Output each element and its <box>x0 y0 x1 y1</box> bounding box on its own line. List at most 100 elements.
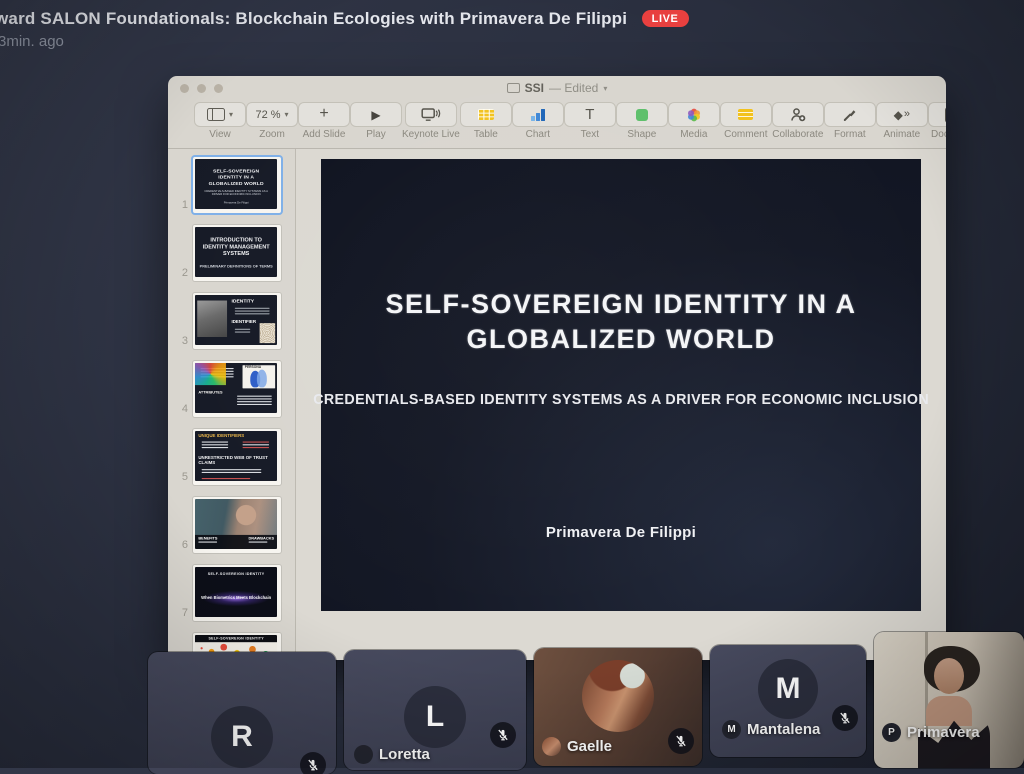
collaborate-icon <box>789 107 806 122</box>
fingerprint-image <box>260 323 275 343</box>
chevron-down-icon: ▾ <box>229 110 233 119</box>
zoom-button[interactable]: 72 %▾ Zoom <box>246 102 298 140</box>
zoom-button-face: 72 % ▾ <box>246 102 298 127</box>
zoom-window-button[interactable] <box>214 84 223 93</box>
participant-tile-primavera[interactable]: P Primavera <box>874 632 1024 768</box>
media-button-face <box>668 102 720 127</box>
thumb6-art: BENEFITS DRAWBACKS <box>195 499 277 549</box>
chevron-down-icon[interactable]: ▾ <box>603 84 607 93</box>
table-button[interactable]: Table <box>460 102 512 140</box>
text-icon: T <box>585 107 594 122</box>
participant-name-text: Loretta <box>379 746 430 763</box>
mini-avatar: P <box>882 723 901 742</box>
comment-icon <box>738 109 753 120</box>
thumb5-heading2: UNRESTRICTED WEB OF TRUST CLAIMS <box>198 455 274 465</box>
thumb1-author: Primavera De Filippi <box>195 201 277 204</box>
table-icon <box>478 109 494 120</box>
slide-subtitle-textbox[interactable]: CREDENTIALS-BASED IDENTITY SYSTEMS AS A … <box>313 391 929 408</box>
slide-thumbnail-5[interactable]: UNIQUE IDENTIFIERS UNRESTRICTED WEB OF T… <box>193 429 281 485</box>
thumb2-title: INTRODUCTION TO IDENTITY MANAGEMENT SYST… <box>202 237 271 258</box>
stream-title: ward SALON Foundationals: Blockchain Eco… <box>0 9 627 29</box>
navigator-row: 2 INTRODUCTION TO IDENTITY MANAGEMENT SY… <box>174 225 295 281</box>
view-icon <box>207 108 225 121</box>
text-button[interactable]: T Text <box>564 102 616 140</box>
shape-label: Shape <box>627 129 656 140</box>
navigator-row: 6 BENEFITS DRAWBACKS <box>174 497 295 553</box>
mini-avatar <box>542 737 561 756</box>
keynote-live-button-face <box>405 102 457 127</box>
slide-thumbnail-4[interactable]: PERSONA ATTRIBUTES <box>193 361 281 417</box>
slide-number: 2 <box>174 267 188 281</box>
keynote-live-label: Keynote Live <box>402 129 460 140</box>
slide-thumbnail-3[interactable]: IDENTITY IDENTIFIER <box>193 293 281 349</box>
slide-thumbnail-1[interactable]: SELF-SOVEREIGN IDENTITY IN A GLOBALIZED … <box>193 157 281 213</box>
window-body: 1 SELF-SOVEREIGN IDENTITY IN A GLOBALIZE… <box>168 149 946 660</box>
close-button[interactable] <box>180 84 189 93</box>
shape-button[interactable]: Shape <box>616 102 668 140</box>
thumb3-heading1: IDENTITY <box>231 298 254 304</box>
thumb7-subtitle: When Biometrics Meets Blockchain <box>195 595 277 600</box>
participant-tile-loretta[interactable]: L Loretta <box>344 650 526 770</box>
thumb5-art: UNIQUE IDENTIFIERS UNRESTRICTED WEB OF T… <box>195 431 277 481</box>
mini-avatar-initial: M <box>727 724 735 735</box>
navigator-row: 3 IDENTITY IDENTIFIER <box>174 293 295 349</box>
thumb1-art: SELF-SOVEREIGN IDENTITY IN A GLOBALIZED … <box>195 168 277 209</box>
avatar-photo <box>582 660 654 732</box>
minimize-button[interactable] <box>197 84 206 93</box>
media-button[interactable]: Media <box>668 102 720 140</box>
participant-name-text: Gaelle <box>567 738 612 755</box>
slide-thumbnail-6[interactable]: BENEFITS DRAWBACKS <box>193 497 281 553</box>
thumb3-heading2: IDENTIFIER <box>231 319 256 324</box>
slide-thumbnail-2[interactable]: INTRODUCTION TO IDENTITY MANAGEMENT SYST… <box>193 225 281 281</box>
keynote-live-button[interactable]: Keynote Live <box>402 102 460 140</box>
chart-button[interactable]: Chart <box>512 102 564 140</box>
current-slide[interactable]: SELF-SOVEREIGN IDENTITY IN A GLOBALIZED … <box>321 159 921 611</box>
thumb3-art: IDENTITY IDENTIFIER <box>195 295 277 345</box>
mic-muted-icon <box>300 752 326 774</box>
screen-share-icon <box>507 83 520 93</box>
participant-tile-gaelle[interactable]: Gaelle <box>534 648 702 766</box>
window-title: SSI — Edited ▾ <box>507 81 608 95</box>
comment-button[interactable]: Comment <box>720 102 772 140</box>
animate-button[interactable]: ◆» Animate <box>876 102 928 140</box>
table-label: Table <box>474 129 498 140</box>
play-button[interactable]: ▶ Play <box>350 102 402 140</box>
thumb2-subtitle: PRELIMINARY DEFINITIONS OF TERMS <box>195 264 277 268</box>
edited-indicator: — Edited <box>549 81 598 95</box>
stream-header: ward SALON Foundationals: Blockchain Eco… <box>0 9 689 29</box>
participant-name: Gaelle <box>542 737 612 756</box>
window-titlebar: SSI — Edited ▾ <box>168 76 946 100</box>
attributes-image <box>195 363 226 385</box>
chevron-down-icon: ▾ <box>285 110 289 119</box>
live-badge: LIVE <box>642 10 689 27</box>
thumb6-band: BENEFITS DRAWBACKS <box>195 535 277 549</box>
slide-author-textbox[interactable]: Primavera De Filippi <box>546 524 696 541</box>
mini-avatar <box>354 745 373 764</box>
collaborate-label: Collaborate <box>772 129 823 140</box>
shape-button-face <box>616 102 668 127</box>
keynote-live-icon <box>421 107 441 122</box>
slide-thumbnail-7[interactable]: SELF-SOVEREIGN IDENTITY When Biometrics … <box>193 565 281 621</box>
zoom-value: 72 % <box>255 109 280 121</box>
add-slide-label: Add Slide <box>303 129 346 140</box>
avatar-initial: M <box>776 672 801 706</box>
document-button[interactable]: Document <box>928 102 946 140</box>
keynote-window: SSI — Edited ▾ ▾ View 72 %▾ Zoom + Add S… <box>168 76 946 660</box>
chart-icon <box>531 109 545 121</box>
add-slide-button[interactable]: + Add Slide <box>298 102 350 140</box>
thumb4-heading2: PERSONA <box>245 366 261 369</box>
network-diagram <box>201 647 203 649</box>
slide-number: 1 <box>174 199 188 213</box>
video-person-face <box>934 658 964 694</box>
participant-tile-mantalena[interactable]: M M Mantalena <box>710 645 866 757</box>
view-button[interactable]: ▾ View <box>194 102 246 140</box>
thumb6-heading1: BENEFITS <box>198 537 217 541</box>
participant-tile-r[interactable]: R <box>148 652 336 774</box>
slide-title-textbox[interactable]: SELF-SOVEREIGN IDENTITY IN A GLOBALIZED … <box>361 287 881 357</box>
format-button[interactable]: Format <box>824 102 876 140</box>
avatar: L <box>404 686 466 748</box>
participant-name: Loretta <box>354 745 430 764</box>
navigator-row: 4 PERSONA ATTRIBUTES <box>174 361 295 417</box>
thumb4-art: PERSONA ATTRIBUTES <box>195 363 277 413</box>
collaborate-button[interactable]: Collaborate <box>772 102 824 140</box>
